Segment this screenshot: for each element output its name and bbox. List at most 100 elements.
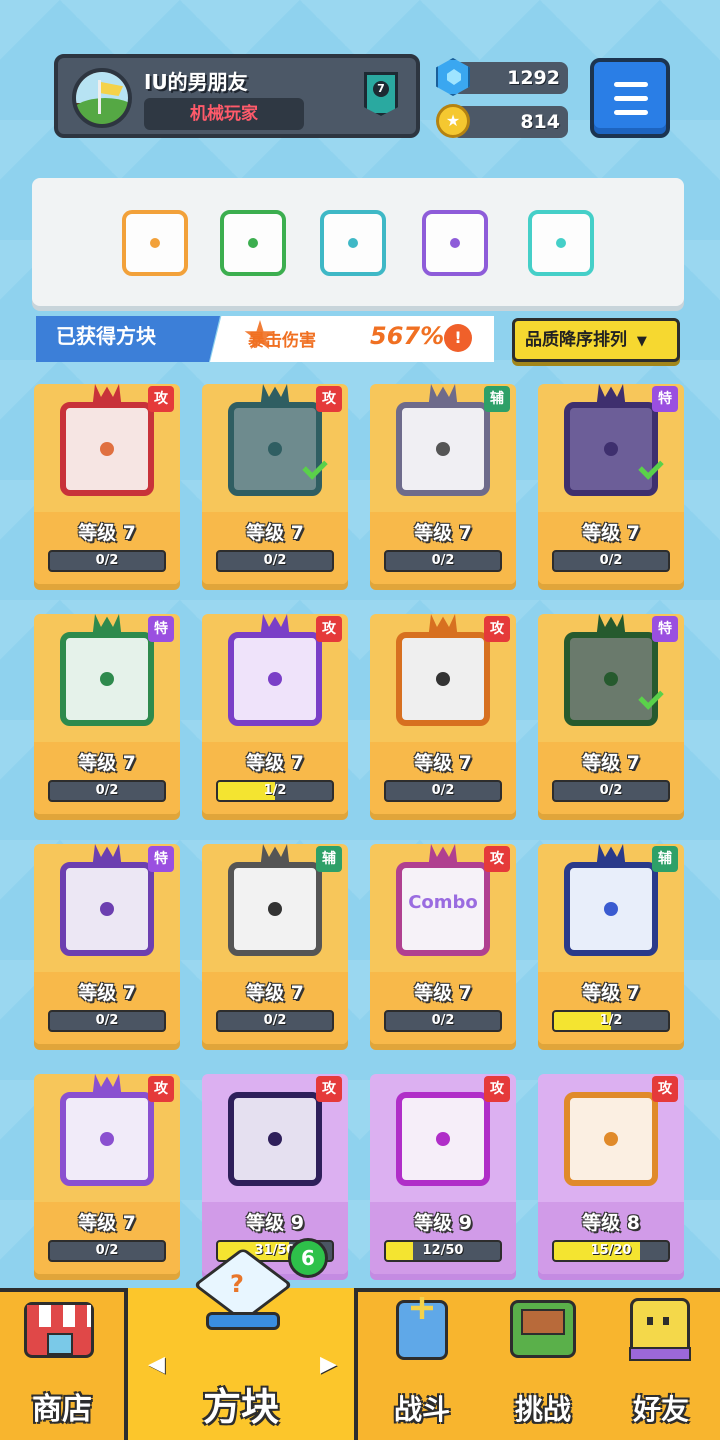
deck-slot[interactable] [422, 210, 488, 276]
next-arrow-icon[interactable]: ▶ [320, 1352, 337, 1377]
nav-challenge[interactable]: 挑战 [484, 1292, 602, 1440]
upgrade-progress-text: 0/2 [95, 1243, 119, 1258]
upgrade-progress-text: 0/2 [431, 553, 455, 568]
nav-shop[interactable]: 商店 [0, 1292, 124, 1440]
menu-icon [614, 82, 648, 87]
friends-icon [629, 1298, 691, 1361]
nav-friends[interactable]: 好友 [602, 1292, 720, 1440]
block-card[interactable]: 攻等级 7 1/2 [202, 614, 348, 814]
upgrade-progress-bar: 1/2 [216, 780, 334, 802]
block-tile [564, 1092, 658, 1186]
block-card[interactable]: 攻等级 7 0/2 [202, 384, 348, 584]
deck-slot[interactable] [220, 210, 286, 276]
deck-slot[interactable] [528, 210, 594, 276]
upgrade-progress-text: 0/2 [263, 1013, 287, 1028]
block-level: 等级 7 [246, 752, 304, 774]
block-tile [396, 632, 490, 726]
upgrade-progress-bar: 12/50 [384, 1240, 502, 1262]
deck-slot[interactable] [320, 210, 386, 276]
block-card[interactable]: 特等级 7 0/2 [34, 614, 180, 814]
block-card[interactable]: 攻等级 7 0/2 [34, 1074, 180, 1274]
block-type-badge: 辅 [484, 386, 510, 412]
block-tile [228, 632, 322, 726]
block-dot-icon [604, 442, 618, 456]
block-level: 等级 7 [582, 982, 640, 1004]
block-tile [60, 402, 154, 496]
block-card[interactable]: 攻等级 7 0/2 [34, 384, 180, 584]
dropdown-arrow-icon: ▼ [636, 334, 647, 349]
block-dot-icon [450, 238, 460, 248]
block-card[interactable]: 辅等级 7 1/2 [538, 844, 684, 1044]
upgrade-progress-text: 0/2 [95, 1013, 119, 1028]
block-level: 等级 8 [582, 1212, 640, 1234]
avatar[interactable] [72, 68, 132, 128]
block-level: 等级 7 [582, 522, 640, 544]
block-dot-icon [604, 902, 618, 916]
upgrade-progress-text: 0/2 [431, 1013, 455, 1028]
block-type-badge: 攻 [316, 616, 342, 642]
sort-button[interactable]: 品质降序排列 ▼ [512, 318, 680, 362]
block-dot-icon [100, 442, 114, 456]
block-card[interactable]: 攻等级 7 0/2 [370, 614, 516, 814]
deck-slot[interactable] [122, 210, 188, 276]
block-card[interactable]: 特等级 7 0/2 [538, 384, 684, 584]
upgrade-progress-text: 1/2 [599, 1013, 623, 1028]
upgrade-progress-bar: 0/2 [48, 780, 166, 802]
block-type-badge: 辅 [316, 846, 342, 872]
player-name: IU的男朋友 [144, 70, 248, 94]
block-dot-icon [556, 238, 566, 248]
block-level: 等级 9 [414, 1212, 472, 1234]
block-dot-icon [268, 902, 282, 916]
block-dot-icon [248, 238, 258, 248]
new-blocks-badge: 6 [288, 1238, 328, 1278]
upgrade-progress-bar: 0/2 [48, 1010, 166, 1032]
block-card[interactable]: Combo 攻等级 7 0/2 [370, 844, 516, 1044]
nav-battle[interactable]: 战斗 [360, 1292, 484, 1440]
block-card[interactable]: 特等级 7 0/2 [538, 614, 684, 814]
block-card[interactable]: 攻等级 8 15/20 [538, 1074, 684, 1274]
block-tile [564, 402, 658, 496]
block-type-badge: 攻 [484, 616, 510, 642]
menu-button[interactable] [590, 58, 670, 138]
block-dot-icon [348, 238, 358, 248]
block-card[interactable]: 辅等级 7 0/2 [370, 384, 516, 584]
block-level: 等级 7 [78, 1212, 136, 1234]
sort-label: 品质降序排列 [525, 330, 627, 350]
profile-panel[interactable]: IU的男朋友 机械玩家 7 [54, 54, 420, 138]
block-type-badge: 攻 [148, 386, 174, 412]
block-tile [60, 632, 154, 726]
upgrade-progress-text: 0/2 [95, 783, 119, 798]
block-card[interactable]: 辅等级 7 0/2 [202, 844, 348, 1044]
block-dot-icon [604, 1132, 618, 1146]
battle-shield-icon [396, 1297, 448, 1360]
upgrade-progress-text: 0/2 [95, 553, 119, 568]
block-tile [564, 632, 658, 726]
block-dot-icon [436, 442, 450, 456]
info-icon[interactable]: ! [444, 324, 472, 352]
upgrade-progress-bar: 1/2 [552, 1010, 670, 1032]
block-type-badge: 特 [652, 386, 678, 412]
block-tile [396, 402, 490, 496]
upgrade-progress-bar: 0/2 [384, 780, 502, 802]
block-type-badge: 辅 [652, 846, 678, 872]
nav-blocks-label: 方块 [202, 1385, 279, 1429]
nav-battle-label: 战斗 [393, 1393, 450, 1426]
block-level: 等级 7 [414, 752, 472, 774]
block-type-badge: 特 [652, 616, 678, 642]
upgrade-progress-text: 0/2 [431, 783, 455, 798]
block-type-badge: 攻 [484, 1076, 510, 1102]
block-card[interactable]: 特等级 7 0/2 [34, 844, 180, 1044]
upgrade-progress-bar: 0/2 [384, 1010, 502, 1032]
upgrade-progress-text: 0/2 [263, 553, 287, 568]
challenge-sign-icon [510, 1300, 576, 1358]
block-level: 等级 7 [78, 752, 136, 774]
block-dot-icon [268, 672, 282, 686]
upgrade-progress-text: 1/2 [263, 783, 287, 798]
upgrade-progress-bar: 0/2 [552, 550, 670, 572]
block-type-badge: 攻 [148, 1076, 174, 1102]
prev-arrow-icon[interactable]: ◀ [148, 1352, 165, 1377]
nav-shop-label: 商店 [32, 1392, 92, 1427]
block-card[interactable]: 攻等级 9 12/50 [370, 1074, 516, 1274]
upgrade-progress-text: 15/20 [590, 1243, 632, 1258]
crit-damage-value: 567% [370, 322, 445, 350]
